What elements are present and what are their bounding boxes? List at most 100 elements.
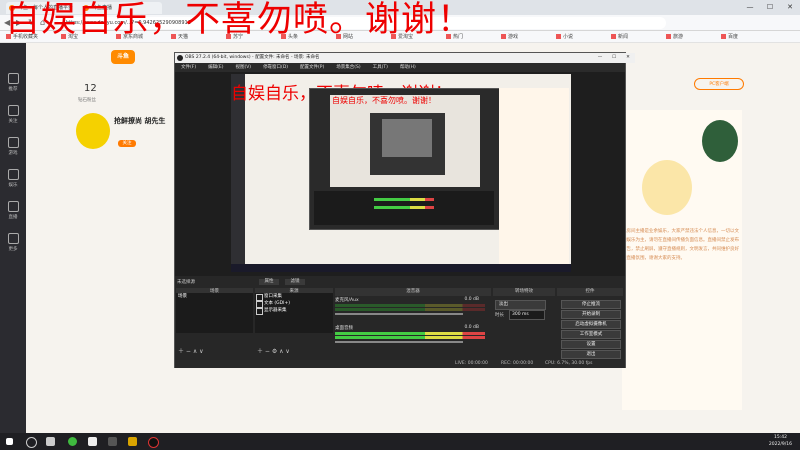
streamer-card: 抢鲜撩尚 胡先生 关注 — [74, 110, 174, 155]
source-item[interactable]: 窗口采集 — [255, 293, 333, 301]
obs-menu-item[interactable]: 停靠窗口(D) — [263, 65, 288, 70]
sidebar-label: 娱乐 — [8, 183, 18, 188]
volume-slider[interactable] — [335, 313, 463, 315]
mixer-db: 0.0 dB — [464, 297, 479, 302]
obs-menu-item[interactable]: 工具(T) — [373, 65, 388, 70]
obs-menu-bar: 文件(F) 编辑(E) 视图(V) 停靠窗口(D) 配置文件(P) 场景集合(S) 工具(T… — [175, 63, 625, 72]
source-item[interactable]: 显示器采集 — [255, 307, 333, 315]
sidebar-icon — [7, 233, 19, 244]
pc-client-button[interactable]: PC客户端 — [694, 78, 744, 90]
stat-box: 12 钻石粉丝 — [72, 75, 172, 105]
cpu-status: CPU: 6.7%, 30.00 fps — [545, 361, 593, 366]
badge-image — [702, 120, 738, 162]
mixer-channel-name: 麦克风/Aux — [335, 298, 359, 303]
studio-mode-button[interactable]: 工作室模式 — [561, 330, 621, 339]
source-list: 窗口采集 文本 (GDI+) 显示器采集 — [255, 293, 333, 333]
sidebar-item[interactable]: 游戏 — [3, 137, 23, 156]
search-icon[interactable] — [26, 437, 37, 448]
volume-meter — [335, 304, 485, 307]
obs-title-bar: OBS 27.2.4 (64-bit, windows) - 配置文件: 未命名… — [175, 53, 635, 63]
nested-page: 自娱自乐，不喜勿喷。谢谢！ — [330, 95, 480, 187]
windows-start-icon[interactable] — [6, 438, 13, 445]
sidebar-icon — [7, 201, 19, 212]
duration-label: 时长 — [495, 313, 504, 318]
mixer-mic-row: 麦克风/Aux 0.0 dB — [335, 297, 485, 315]
duration-input[interactable]: 300 ms — [509, 310, 545, 320]
volume-meter — [335, 332, 485, 335]
obs-minimize-button[interactable]: — — [593, 53, 607, 63]
mixer-desktop-row: 桌面音频 0.0 dB — [335, 325, 485, 343]
obs-menu-item[interactable]: 场景集合(S) — [336, 65, 360, 70]
obs-status-bar: LIVE: 00:00:00 REC: 00:00:00 CPU: 6.7%, … — [175, 360, 625, 368]
sidebar-item[interactable]: 娱乐 — [3, 169, 23, 188]
obs-preview[interactable]: 自娱自乐，不喜勿喷。谢谢！ 自娱自乐，不喜勿喷。谢谢！ — [231, 74, 571, 272]
virtual-camera-button[interactable]: 启动虚拟摄像机 — [561, 320, 621, 329]
follow-button[interactable]: 关注 — [118, 140, 136, 147]
volume-meter — [335, 336, 485, 339]
sidebar-item[interactable]: 推荐 — [3, 73, 23, 92]
streamer-name: 抢鲜撩尚 胡先生 — [114, 117, 166, 125]
banner-overlay: 自娱自乐，不喜勿喷。谢谢！ — [0, 0, 800, 40]
transition-select[interactable]: 淡出 — [495, 300, 546, 310]
room-info-panel: 本房间主播是业余娱乐，大家严禁违法个人信息，一切以文明娱乐为主，请勿在直播间传播… — [622, 110, 742, 410]
banner-text: 自娱自乐，不喜勿喷。谢谢！ — [5, 0, 474, 40]
preview-taskbar — [231, 264, 571, 272]
mixer-dock-title: 混音器 — [335, 288, 491, 296]
source-toolbar[interactable]: ＋ − ⚙ ∧ ∨ — [257, 346, 290, 355]
volume-slider[interactable] — [335, 341, 463, 343]
left-sidebar: 推荐关注游戏娱乐直播更多 — [0, 43, 26, 433]
scene-item[interactable]: 场景 — [176, 293, 253, 300]
clock-date: 2022/9/16 — [768, 442, 792, 447]
app-icon[interactable] — [128, 437, 137, 446]
nested-obs-capture: 自娱自乐，不喜勿喷。谢谢！ — [309, 88, 501, 230]
stat-label: 钻石粉丝 — [78, 98, 96, 103]
app-icon[interactable] — [108, 437, 117, 446]
obs-menu-item[interactable]: 编辑(E) — [208, 65, 223, 70]
obs-close-button[interactable]: ✕ — [621, 53, 635, 63]
sidebar-icon — [7, 73, 19, 84]
clock-time: 15:42 — [773, 435, 787, 440]
obs-logo-icon — [177, 55, 183, 61]
nested-meter — [374, 198, 434, 201]
obs-menu-item[interactable]: 视图(V) — [235, 65, 251, 70]
preview-right-panel — [499, 88, 569, 264]
sidebar-label: 游戏 — [8, 151, 18, 156]
monitor-icon — [256, 308, 263, 315]
obs-title: OBS 27.2.4 (64-bit, windows) - 配置文件: 未命名… — [185, 55, 320, 60]
app-icon[interactable] — [88, 437, 97, 446]
sidebar-item[interactable]: 关注 — [3, 105, 23, 124]
volume-meter — [335, 308, 485, 311]
site-logo[interactable]: 斗鱼 — [111, 50, 135, 64]
source-item[interactable]: 文本 (GDI+) — [255, 300, 333, 308]
no-source-label: 未选择源 — [177, 280, 195, 285]
obs-menu-item[interactable]: 帮助(H) — [400, 65, 416, 70]
mixer-channel-name: 桌面音频 — [335, 326, 353, 331]
sidebar-item[interactable]: 直播 — [3, 201, 23, 220]
obs-app-icon[interactable] — [148, 437, 159, 448]
settings-button[interactable]: 设置 — [561, 340, 621, 349]
nested-docks — [314, 191, 494, 225]
sidebar-icon — [7, 169, 19, 180]
browser-app-icon[interactable] — [68, 437, 77, 446]
obs-menu-item[interactable]: 配置文件(P) — [300, 65, 324, 70]
sidebar-icon — [7, 137, 19, 148]
nested-obs-capture-3 — [382, 119, 432, 157]
filters-button[interactable]: 滤镜 — [285, 279, 305, 285]
task-view-icon[interactable] — [46, 437, 55, 446]
controls-dock-title: 控件 — [557, 288, 623, 296]
properties-button[interactable]: 属性 — [259, 279, 279, 285]
windows-taskbar: 15:42 2022/9/16 — [0, 433, 800, 450]
mixer-db: 0.0 dB — [464, 325, 479, 330]
sidebar-item[interactable]: 更多 — [3, 233, 23, 252]
live-status: LIVE: 00:00:00 — [455, 361, 488, 366]
exit-button[interactable]: 退出 — [561, 350, 621, 359]
obs-menu-item[interactable]: 文件(F) — [181, 65, 196, 70]
stop-streaming-button[interactable]: 停止推流 — [561, 300, 621, 309]
nested-obs-capture-2 — [370, 113, 445, 175]
sidebar-label: 直播 — [8, 215, 18, 220]
obs-docks: 未选择源 属性 滤镜 场景 来源 混音器 转场特效 控件 场景 窗口采集 文本 … — [175, 276, 625, 368]
system-clock[interactable]: 15:42 2022/9/16 — [769, 434, 792, 448]
start-recording-button[interactable]: 开始录制 — [561, 310, 621, 319]
scene-toolbar[interactable]: ＋ − ∧ ∨ — [178, 346, 204, 355]
obs-maximize-button[interactable]: ☐ — [607, 53, 621, 63]
